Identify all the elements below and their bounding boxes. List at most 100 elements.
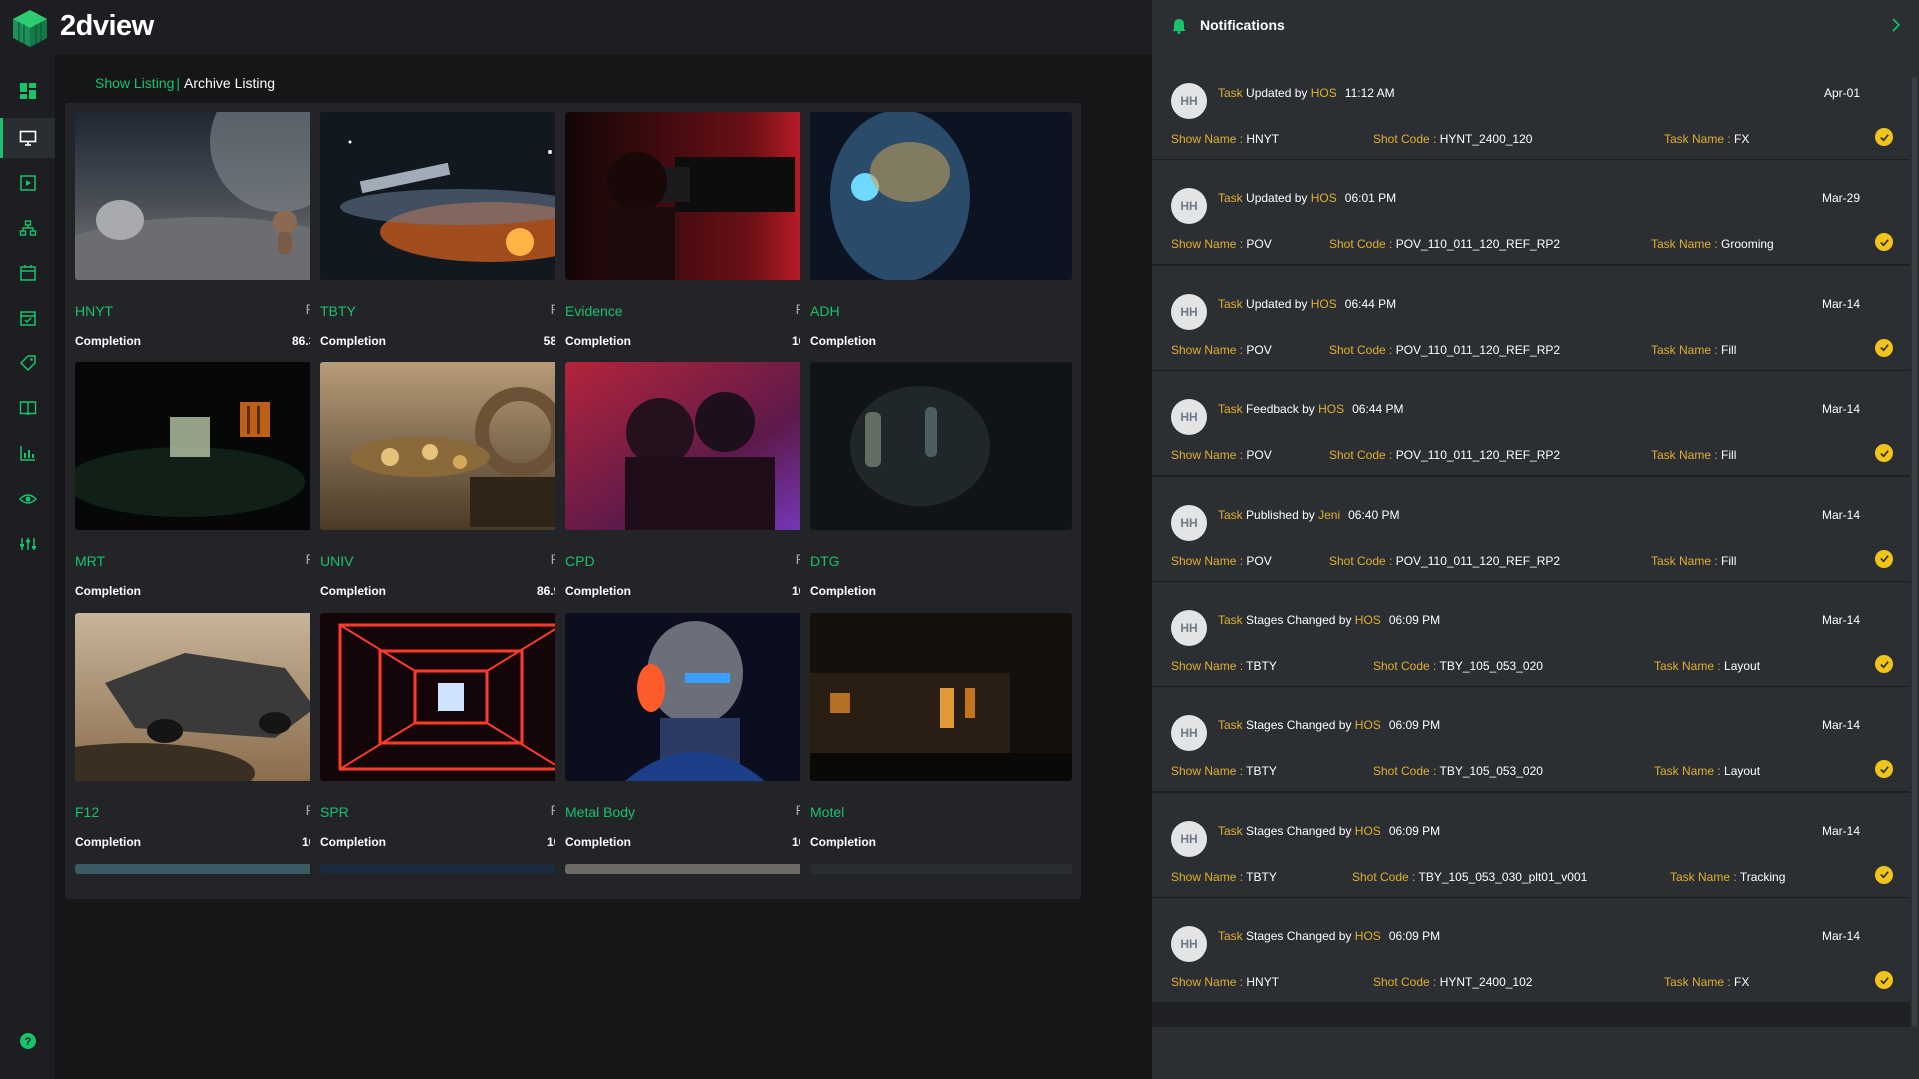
notification-item[interactable]: HH Task Stages Changed by HOS 06:09 PM Mar-… xyxy=(1152,687,1910,793)
tab-archive-listing[interactable]: Archive Listing xyxy=(184,75,275,91)
show-name[interactable]: HNYT xyxy=(75,303,113,319)
notification-action: Stages Changed by xyxy=(1246,823,1352,838)
notifications-list[interactable]: HH Task Updated by HOS 11:12 AM Apr-01 Show … xyxy=(1152,55,1910,1027)
sidebar-item-tags[interactable] xyxy=(0,343,55,383)
notification-user: HOS xyxy=(1354,823,1381,838)
notifications-scrollbar[interactable] xyxy=(1910,55,1919,1027)
app-logo-icon[interactable] xyxy=(10,8,50,48)
show-name[interactable]: MRT xyxy=(75,553,105,569)
task-name-field-label: Task Name : xyxy=(1651,237,1718,252)
show-thumbnail[interactable] xyxy=(320,362,582,530)
notification-item[interactable]: HH Task Stages Changed by HOS 06:09 PM Mar-… xyxy=(1152,582,1910,687)
notification-item[interactable]: HH Task Feedback by HOS 06:44 PM Mar-14 Show… xyxy=(1152,371,1910,477)
show-thumbnail[interactable] xyxy=(320,112,582,280)
show-thumbnail[interactable] xyxy=(810,613,1072,781)
check-circle-icon[interactable] xyxy=(1875,865,1893,884)
check-circle-icon[interactable] xyxy=(1875,233,1893,252)
show-thumbnail[interactable] xyxy=(320,613,582,781)
shot-code-field-value: TBY_105_053_030_plt01_v001 xyxy=(1418,869,1588,884)
avatar: HH xyxy=(1171,293,1207,330)
task-name-field-value: FX xyxy=(1734,132,1750,146)
notification-item[interactable]: HH Task Updated by HOS 11:12 AM Apr-01 Show … xyxy=(1152,55,1910,160)
show-thumbnail[interactable] xyxy=(565,362,827,530)
sidebar-item-dashboard[interactable] xyxy=(0,71,55,111)
show-card[interactable] xyxy=(310,855,591,885)
notification-type: Task xyxy=(1218,929,1243,944)
notification-date: Mar-14 xyxy=(1821,296,1860,311)
task-name-field-value: Grooming xyxy=(1721,237,1774,252)
notification-item[interactable]: HH Task Stages Changed by HOS 06:09 PM Mar-… xyxy=(1152,792,1910,898)
notification-item[interactable]: HH Task Published by Jeni 06:40 PM Mar-14 Sh… xyxy=(1152,476,1910,582)
notification-summary: Task Stages Changed by HOS 06:09 PM xyxy=(1218,613,1440,627)
sidebar-item-shows[interactable] xyxy=(0,118,55,158)
calendar-check-icon xyxy=(19,311,36,326)
check-circle-icon[interactable] xyxy=(1875,338,1893,357)
show-name[interactable]: SPR xyxy=(320,804,349,820)
breadcrumb: Show Listing | Archive Listing xyxy=(95,75,275,91)
check-circle-icon[interactable] xyxy=(1875,655,1893,673)
show-thumbnail[interactable] xyxy=(810,864,1072,874)
breadcrumb-separator: | xyxy=(176,75,181,91)
notification-time: 06:44 PM xyxy=(1352,402,1404,417)
check-circle-icon[interactable] xyxy=(1875,549,1893,568)
shot-code-field-value: POV_110_011_120_REF_RP2 xyxy=(1395,342,1561,357)
check-circle-icon[interactable] xyxy=(1875,971,1893,990)
completion-label: Completion xyxy=(75,584,141,598)
shot-code-field: Shot Code : HYNT_2400_102 xyxy=(1373,975,1532,989)
chevron-right-icon[interactable] xyxy=(1889,16,1903,34)
notification-user: HOS xyxy=(1354,929,1381,944)
sidebar-item-help[interactable]: ? xyxy=(0,1021,55,1061)
show-thumbnail[interactable] xyxy=(75,112,337,280)
shot-code-field-value: POV_110_011_120_REF_RP2 xyxy=(1395,553,1561,568)
show-thumbnail[interactable] xyxy=(565,613,827,781)
check-circle-icon[interactable] xyxy=(1875,444,1893,463)
notification-item[interactable]: HH Task Stages Changed by HOS 06:09 PM Mar-… xyxy=(1152,898,1910,1004)
notification-item[interactable]: HH Task Updated by HOS 06:44 PM Mar-14 Show … xyxy=(1152,265,1910,371)
show-name[interactable]: F12 xyxy=(75,804,99,820)
app-name: 2dview xyxy=(60,10,154,42)
show-thumbnail[interactable] xyxy=(565,112,827,280)
notification-type: Task xyxy=(1218,507,1243,522)
show-thumbnail[interactable] xyxy=(320,864,582,874)
sidebar-item-teams[interactable] xyxy=(0,208,55,248)
task-name-field-label: Task Name : xyxy=(1654,659,1721,673)
sidebar-item-calendar[interactable] xyxy=(0,253,55,293)
show-thumbnail[interactable] xyxy=(810,362,1072,530)
notification-type: Task xyxy=(1218,823,1243,838)
sidebar-item-library[interactable] xyxy=(0,388,55,428)
notification-item[interactable]: HH Task Updated by HOS 06:01 PM Mar-29 Show … xyxy=(1152,160,1910,266)
sidebar-item-schedule[interactable] xyxy=(0,298,55,338)
completion-label: Completion xyxy=(320,584,386,598)
show-name[interactable]: DTG xyxy=(810,553,840,569)
check-circle-icon[interactable] xyxy=(1875,760,1893,779)
scrollbar-thumb[interactable] xyxy=(1912,77,1917,1027)
notification-user: HOS xyxy=(1310,296,1337,311)
sidebar-item-reports[interactable] xyxy=(0,433,55,473)
show-card[interactable] xyxy=(65,855,346,885)
task-name-field-label: Task Name : xyxy=(1664,132,1731,146)
check-circle-icon[interactable] xyxy=(1875,128,1893,146)
show-thumbnail[interactable] xyxy=(75,362,337,530)
show-name[interactable]: Metal Body xyxy=(565,804,635,820)
notification-summary: Task Updated by HOS 06:44 PM xyxy=(1218,297,1396,311)
show-name[interactable]: Motel xyxy=(810,804,844,820)
show-name-field-value: HNYT xyxy=(1246,975,1280,990)
show-card[interactable] xyxy=(800,855,1081,885)
show-name[interactable]: UNIV xyxy=(320,553,353,569)
show-thumbnail[interactable] xyxy=(75,864,337,874)
show-thumbnail[interactable] xyxy=(75,613,337,781)
tab-show-listing[interactable]: Show Listing xyxy=(95,75,174,91)
show-name[interactable]: TBTY xyxy=(320,303,356,319)
task-name-field-label: Task Name : xyxy=(1664,975,1731,990)
help-icon: ? xyxy=(19,1033,36,1049)
show-name[interactable]: Evidence xyxy=(565,303,623,319)
sidebar-item-review[interactable] xyxy=(0,479,55,519)
show-thumbnail[interactable] xyxy=(810,112,1072,280)
show-card[interactable] xyxy=(555,855,836,885)
notification-summary: Task Feedback by HOS 06:44 PM xyxy=(1218,402,1403,416)
sidebar-item-media[interactable] xyxy=(0,163,55,203)
show-thumbnail[interactable] xyxy=(565,864,827,874)
show-name[interactable]: ADH xyxy=(810,303,840,319)
show-name[interactable]: CPD xyxy=(565,553,595,569)
sidebar-item-settings[interactable] xyxy=(0,524,55,564)
